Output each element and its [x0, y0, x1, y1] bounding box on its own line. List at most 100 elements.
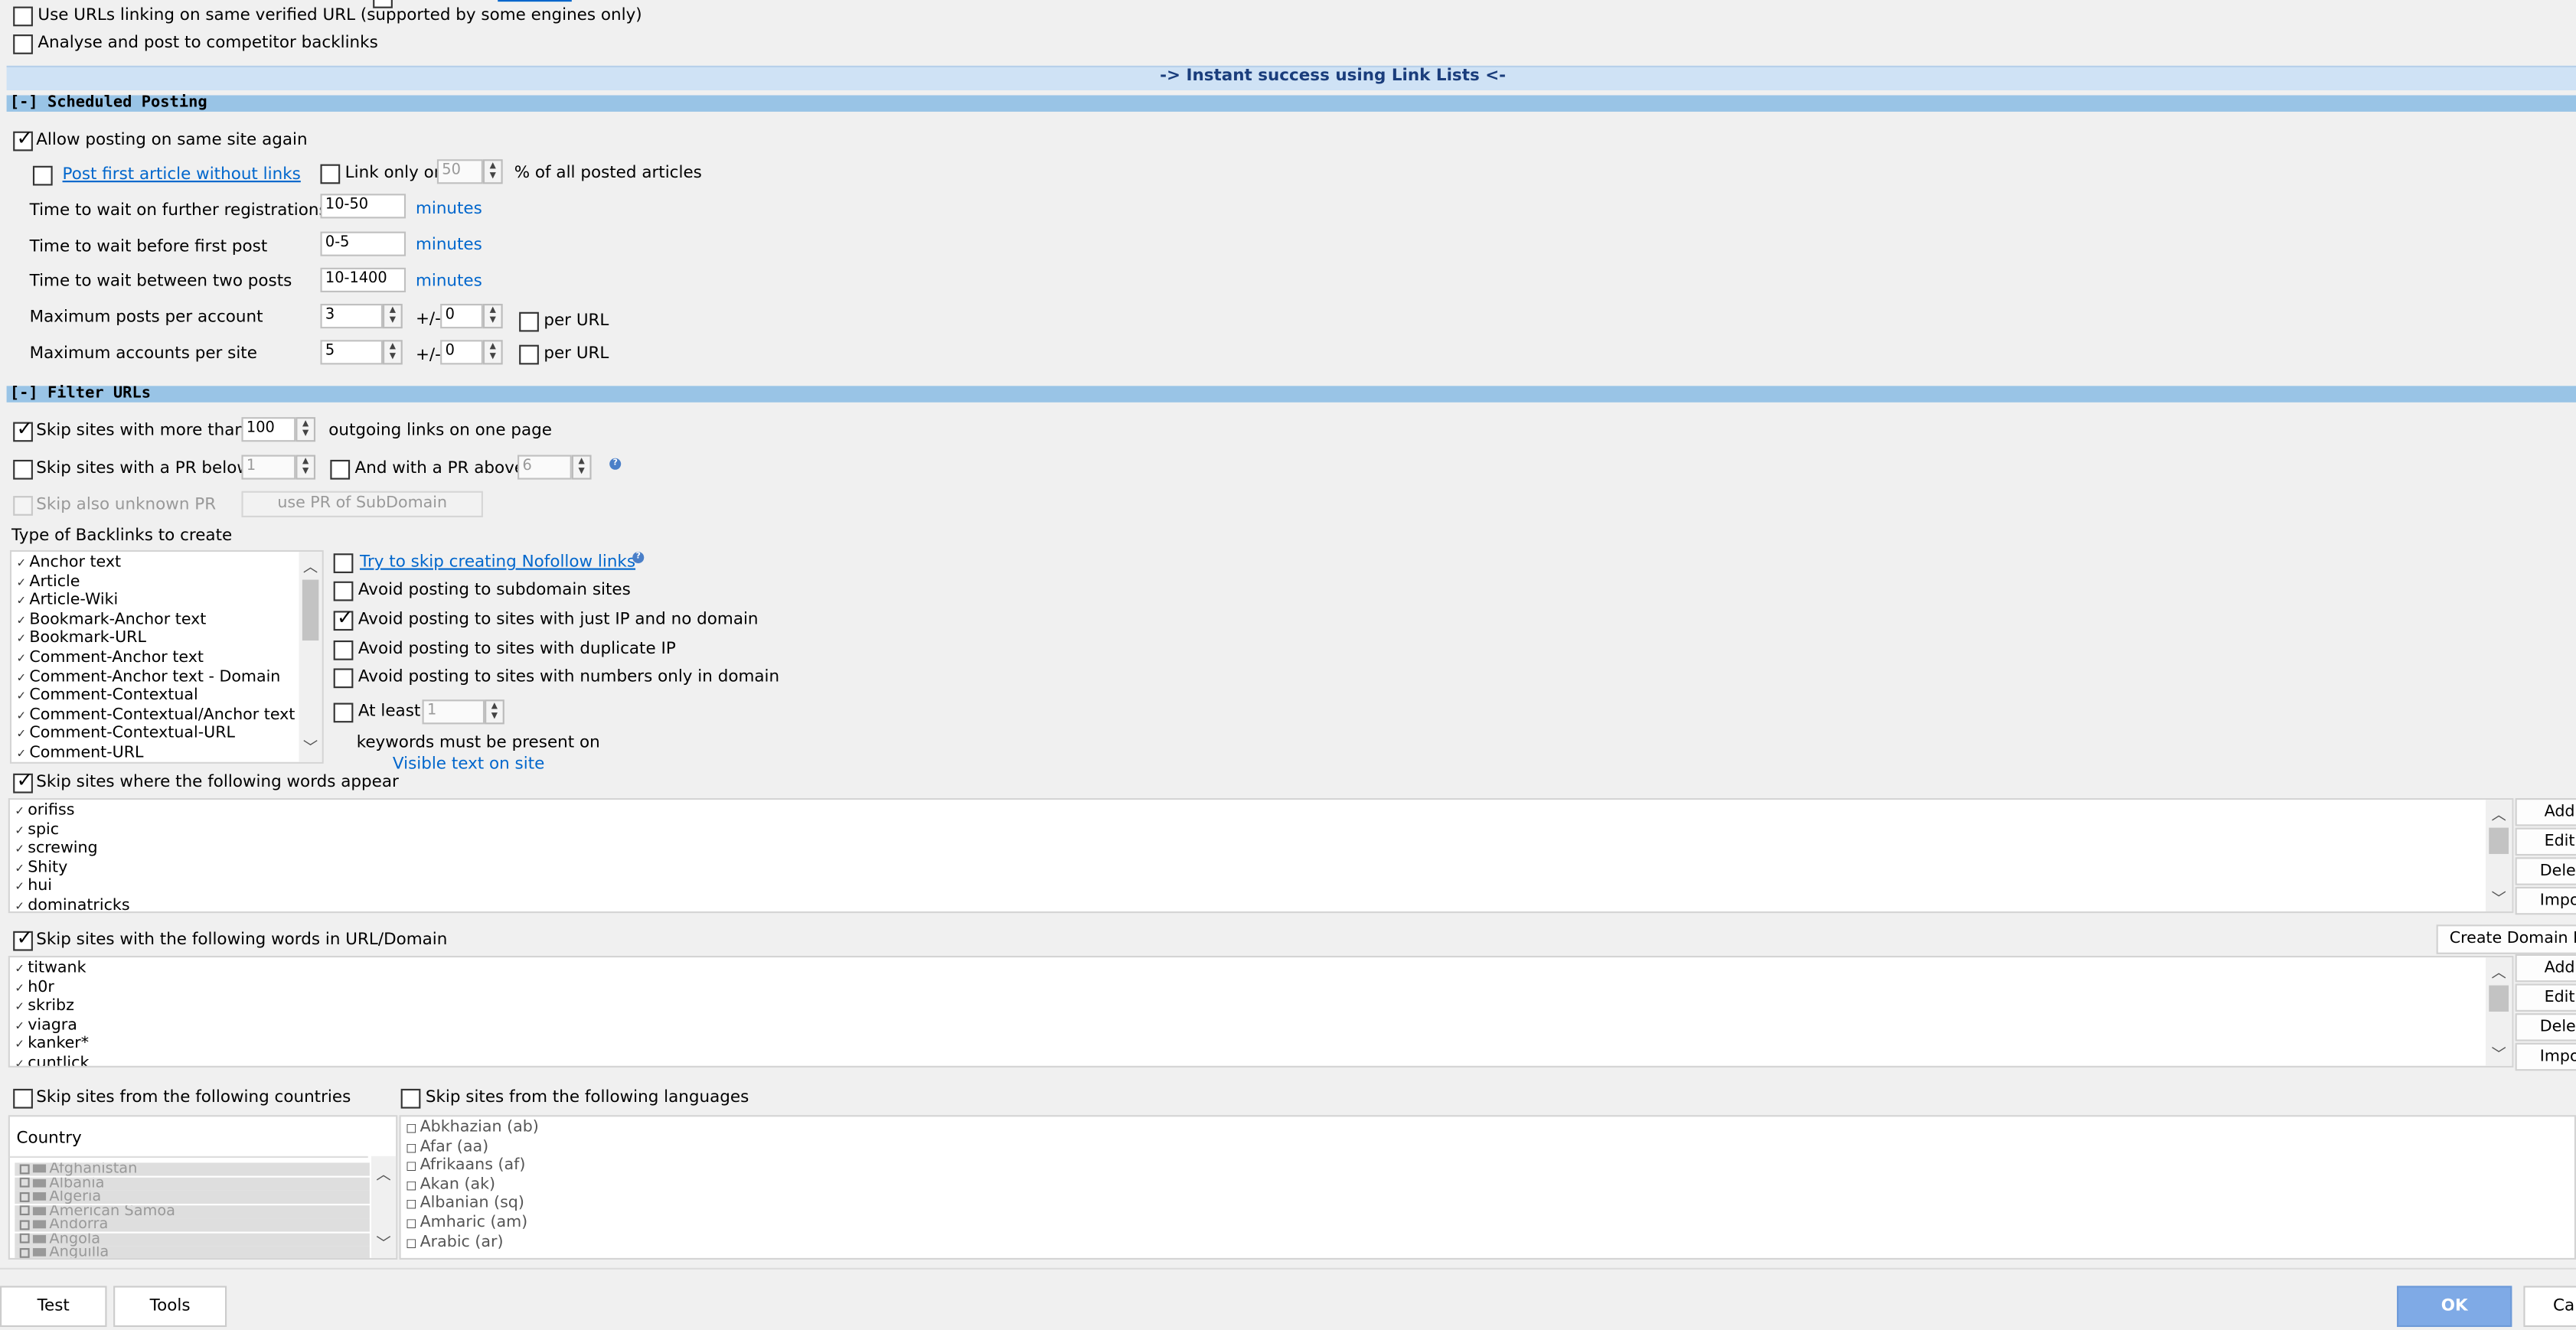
max-accounts-variance-input[interactable]: 0 — [440, 340, 483, 365]
list-item[interactable]: ✓ Comment-Contextual — [16, 686, 198, 707]
delete-word-button[interactable]: Delete — [2515, 857, 2576, 885]
max-accounts-per-url-checkbox[interactable] — [519, 344, 539, 365]
languages-list[interactable]: □ Abkhazian (ab) □ Afar (aa) □ Afrikaans (a… — [399, 1115, 2576, 1260]
skip-languages-checkbox[interactable] — [400, 1088, 421, 1109]
skip-countries-checkbox[interactable] — [13, 1088, 33, 1109]
chevron-down-icon[interactable]: ﹀ — [371, 1232, 396, 1253]
list-item[interactable]: ✓ Comment-Anchor text — [16, 649, 204, 670]
add-url-word-button[interactable]: Add — [2515, 953, 2576, 983]
wait-registrations-input[interactable]: 10-50 — [320, 194, 406, 219]
list-item[interactable]: □ Afar (aa) — [406, 1137, 488, 1158]
avoid-ip-checkbox[interactable]: ✓ — [333, 606, 354, 631]
allow-same-site-checkbox[interactable]: ✓ — [13, 126, 33, 152]
max-accounts-variance-stepper[interactable]: ▲ ▼ — [482, 340, 503, 365]
skip-unknown-pr-checkbox[interactable] — [13, 496, 33, 516]
outgoing-links-stepper[interactable]: ▲ ▼ — [295, 417, 316, 442]
competitor-backlinks-checkbox[interactable] — [13, 34, 33, 54]
list-item[interactable]: ✓ screwing — [15, 839, 97, 860]
help-icon[interactable]: ? — [632, 552, 645, 564]
add-word-button[interactable]: Add — [2515, 797, 2576, 826]
ok-button[interactable]: OK — [2397, 1286, 2512, 1328]
create-domain-filter-button[interactable]: Create Domain Fi — [2436, 924, 2576, 954]
list-item[interactable]: Afghanistan — [15, 1162, 370, 1176]
scheduled-posting-header[interactable]: [-] Scheduled Posting — [6, 94, 2576, 112]
list-item[interactable]: □ Amharic (am) — [406, 1214, 527, 1234]
list-item[interactable]: Andorra — [15, 1218, 370, 1232]
list-item[interactable]: ✓ viagra — [15, 1016, 77, 1037]
list-item[interactable]: ✓ Shity — [15, 859, 67, 879]
tools-button[interactable]: Tools — [113, 1286, 227, 1328]
chevron-down-icon[interactable]: ﹀ — [299, 735, 322, 757]
test-button[interactable]: Test — [0, 1286, 107, 1328]
list-item[interactable]: ✓ Comment-Anchor text - Domain — [16, 668, 280, 689]
list-item[interactable]: Albania — [15, 1176, 370, 1190]
pr-below-input[interactable]: 1 — [241, 455, 296, 480]
list-item[interactable]: □ Arabic (ar) — [406, 1233, 503, 1253]
delete-url-word-button[interactable]: Delete — [2515, 1013, 2576, 1042]
list-item[interactable]: ✓ dominatricks — [15, 897, 129, 911]
list-item[interactable]: □ Akan (ak) — [406, 1175, 495, 1196]
list-item[interactable]: ✓ orifiss — [15, 801, 74, 822]
list-item[interactable]: □ Afrikaans (af) — [406, 1156, 525, 1177]
at-least-stepper[interactable]: ▲ ▼ — [485, 699, 504, 725]
pr-below-stepper[interactable]: ▲ ▼ — [295, 455, 316, 480]
pr-above-checkbox[interactable] — [330, 459, 351, 480]
cancel-button[interactable]: Car — [2523, 1286, 2576, 1328]
list-item[interactable]: Anguilla — [15, 1246, 370, 1258]
at-least-input[interactable]: 1 — [422, 699, 485, 725]
chevron-up-icon[interactable]: ︿ — [371, 1162, 396, 1184]
link-lists-banner[interactable]: -> Instant success using Link Lists <- — [1160, 67, 1506, 86]
list-item[interactable]: ✓ hui — [15, 878, 52, 898]
post-first-article-link[interactable]: Post first article without links — [63, 166, 301, 184]
max-posts-stepper[interactable]: ▲ ▼ — [383, 304, 403, 329]
scrollbar-thumb[interactable] — [2489, 985, 2509, 1012]
list-item[interactable]: ✓ Article-Wiki — [16, 592, 118, 612]
list-item[interactable]: ✓ titwank — [15, 959, 86, 980]
list-item[interactable]: ✓ cuntlick — [15, 1055, 89, 1066]
link-only-on-checkbox[interactable] — [320, 164, 341, 184]
avoid-duplicate-ip-checkbox[interactable] — [333, 640, 354, 660]
try-skip-nofollow-link[interactable]: Try to skip creating Nofollow links — [360, 553, 635, 572]
max-posts-variance-stepper[interactable]: ▲ ▼ — [482, 304, 503, 329]
max-posts-input[interactable]: 3 — [320, 304, 384, 329]
list-item[interactable]: ✓ kanker* — [15, 1035, 89, 1056]
wait-first-post-input[interactable]: 0-5 — [320, 231, 406, 256]
link-only-on-stepper[interactable]: ▲ ▼ — [482, 159, 503, 184]
chevron-down-icon[interactable]: ﹀ — [2486, 887, 2512, 908]
list-item[interactable]: ✓ Comment-Contextual-URL — [16, 725, 235, 745]
list-item[interactable]: ✓ Anchor text — [16, 553, 121, 574]
import-word-button[interactable]: Impo — [2515, 886, 2576, 915]
list-item[interactable]: ✓ Comment-URL — [16, 744, 143, 762]
countries-list[interactable]: Country Afghanistan Albania Algeria Amer… — [8, 1115, 398, 1260]
scrollbar-thumb[interactable] — [302, 579, 319, 641]
list-item[interactable]: Algeria — [15, 1190, 370, 1204]
try-skip-nofollow-checkbox[interactable] — [333, 553, 354, 573]
chevron-down-icon[interactable]: ﹀ — [2486, 1043, 2512, 1064]
backlink-types-list[interactable]: ✓ Anchor text ✓ Article ✓ Article-Wiki ✓ Boo… — [9, 549, 324, 764]
list-item[interactable]: ✓ Bookmark-URL — [16, 630, 146, 650]
list-item[interactable]: ✓ spic — [15, 820, 59, 841]
skip-words-appear-checkbox[interactable]: ✓ — [13, 768, 33, 794]
skip-pr-below-checkbox[interactable] — [13, 459, 33, 480]
list-item[interactable]: ✓ h0r — [15, 978, 54, 999]
list-item[interactable]: ✓ Article — [16, 572, 80, 593]
url-words-list[interactable]: ✓ titwank ✓ h0r ✓ skribz ✓ viagra ✓ kanker* ✓… — [8, 956, 2514, 1068]
scrollbar-thumb[interactable] — [2489, 827, 2509, 854]
chevron-up-icon[interactable]: ︿ — [2486, 803, 2512, 824]
max-accounts-input[interactable]: 5 — [320, 340, 384, 365]
use-pr-subdomain-button[interactable]: use PR of SubDomain — [241, 491, 483, 518]
list-item[interactable]: ✓ skribz — [15, 997, 74, 1018]
link-only-on-field[interactable]: 50 — [436, 159, 483, 184]
chevron-up-icon[interactable]: ︿ — [299, 555, 322, 576]
skip-more-than-checkbox[interactable]: ✓ — [13, 417, 33, 442]
wait-between-input[interactable]: 10-1400 — [320, 267, 406, 292]
at-least-checkbox[interactable] — [333, 702, 354, 723]
list-item[interactable]: American Samoa — [15, 1204, 370, 1218]
import-url-word-button[interactable]: Impo — [2515, 1042, 2576, 1071]
avoid-numbers-checkbox[interactable] — [333, 668, 354, 689]
pr-above-stepper[interactable]: ▲ ▼ — [571, 455, 592, 480]
outgoing-links-input[interactable]: 100 — [241, 417, 296, 442]
skip-url-words-checkbox[interactable]: ✓ — [13, 926, 33, 951]
list-item[interactable]: ✓ Comment-Contextual/Anchor text — [16, 706, 295, 726]
max-accounts-stepper[interactable]: ▲ ▼ — [383, 340, 403, 365]
